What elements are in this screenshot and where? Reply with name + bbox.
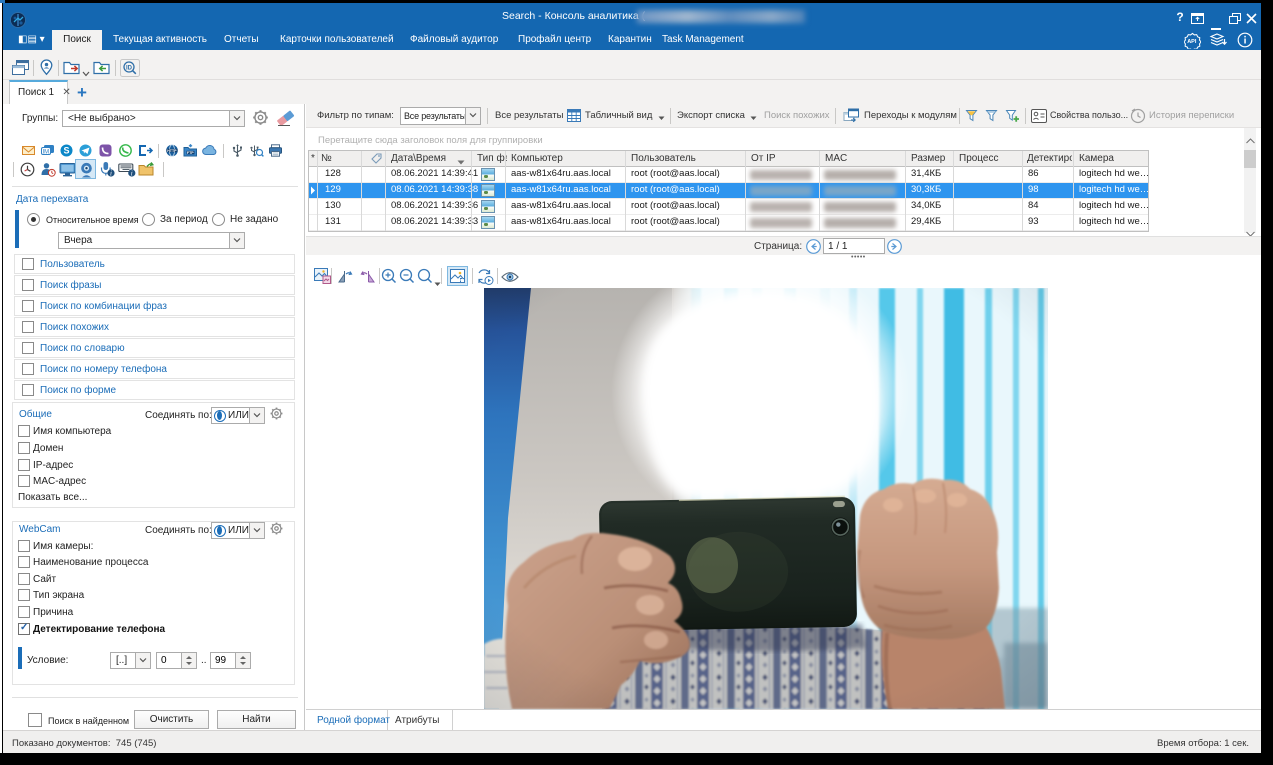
svg-text:i: i bbox=[131, 170, 133, 177]
svg-text:S: S bbox=[64, 146, 70, 156]
svg-text:HTTP: HTTP bbox=[167, 149, 177, 153]
svg-text:i: i bbox=[110, 170, 112, 177]
svg-text:ID: ID bbox=[126, 66, 133, 72]
svg-text:API: API bbox=[1187, 39, 1197, 45]
svg-text:IM: IM bbox=[43, 150, 50, 156]
svg-text:FTP: FTP bbox=[187, 151, 194, 155]
